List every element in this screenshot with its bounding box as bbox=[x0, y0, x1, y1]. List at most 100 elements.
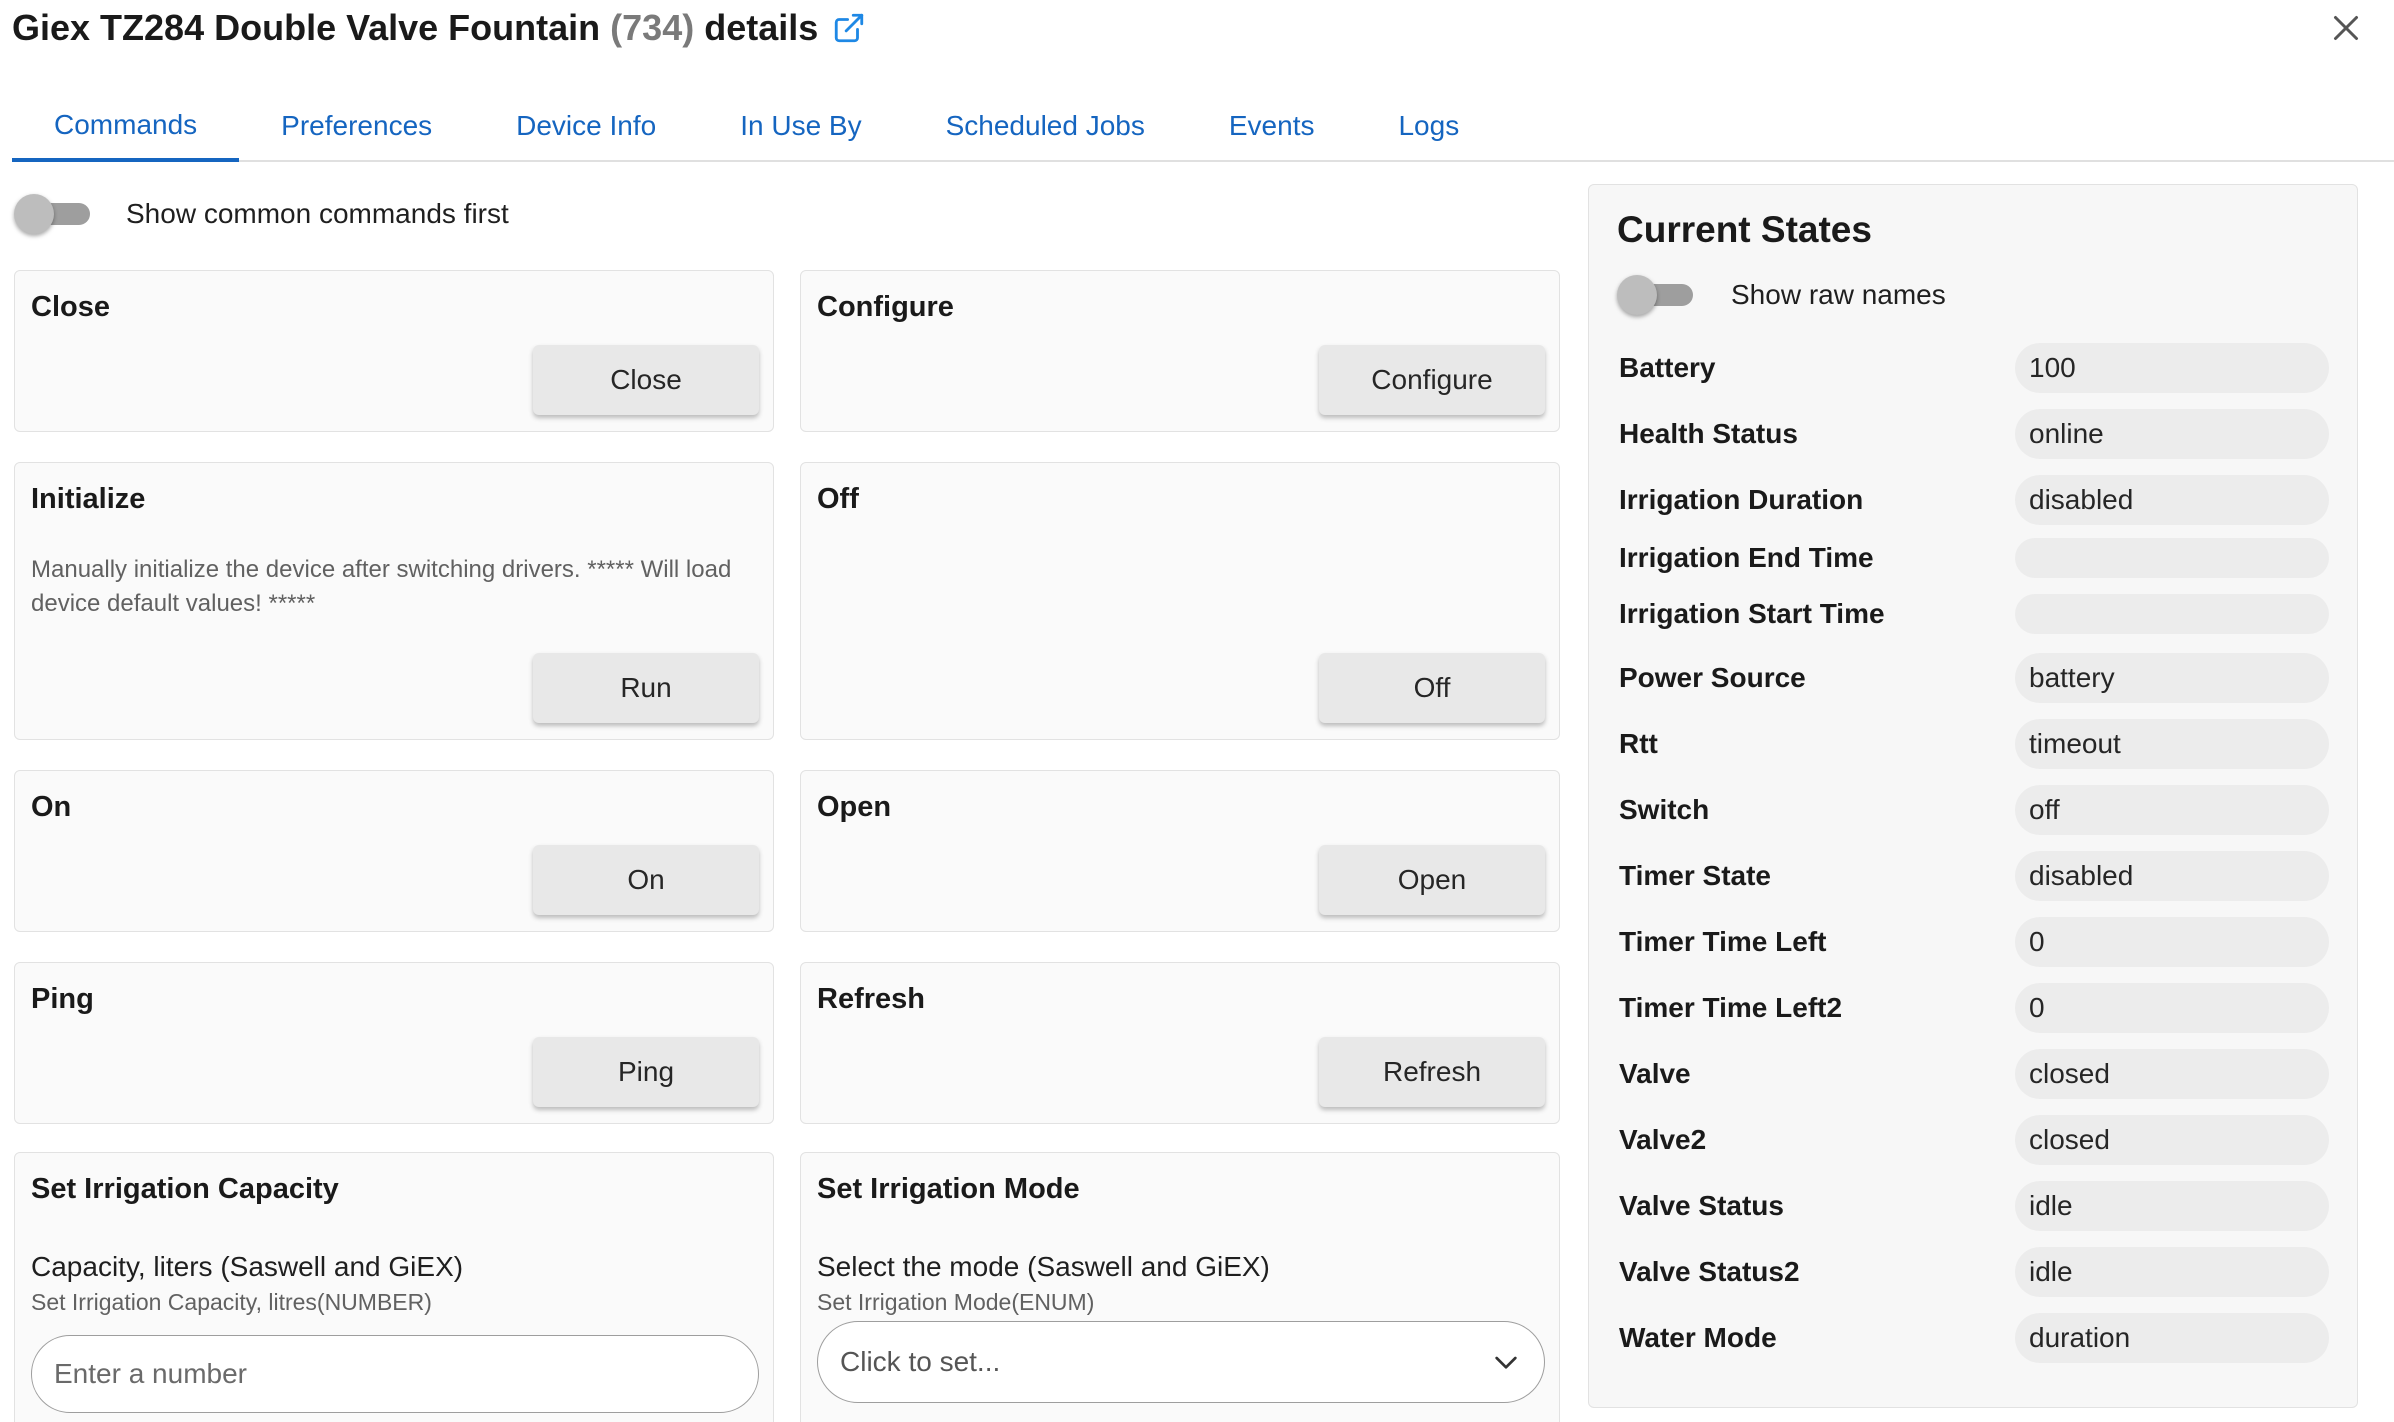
current-states-panel: Current States Show raw names Battery 10… bbox=[1588, 184, 2358, 1408]
ping-button[interactable]: Ping bbox=[533, 1037, 759, 1107]
page-title-device: Giex TZ284 Double Valve Fountain bbox=[12, 7, 611, 48]
state-name: Timer Time Left bbox=[1619, 926, 1827, 957]
command-card-on: On On bbox=[14, 770, 774, 932]
configure-button[interactable]: Configure bbox=[1319, 345, 1545, 415]
state-value: online bbox=[2015, 409, 2329, 459]
command-card-refresh: Refresh Refresh bbox=[800, 962, 1560, 1124]
tab-in-use-by[interactable]: In Use By bbox=[698, 92, 903, 160]
command-description: Manually initialize the device after swi… bbox=[31, 556, 732, 617]
on-button[interactable]: On bbox=[533, 845, 759, 915]
select-value: Click to set... bbox=[840, 1346, 1001, 1377]
param-sub-label: Set Irrigation Mode(ENUM) bbox=[817, 1289, 1095, 1315]
state-value: battery bbox=[2015, 653, 2329, 703]
state-row-timer-time-left2: Timer Time Left2 0 bbox=[1619, 983, 2329, 1033]
tab-logs[interactable]: Logs bbox=[1356, 92, 1501, 160]
tab-device-info[interactable]: Device Info bbox=[474, 92, 698, 160]
command-title: Open bbox=[817, 791, 892, 823]
command-title: Set Irrigation Mode bbox=[817, 1173, 1080, 1205]
state-value: timeout bbox=[2015, 719, 2329, 769]
tab-commands[interactable]: Commands bbox=[12, 92, 240, 162]
state-name: Rtt bbox=[1619, 728, 1658, 759]
state-value bbox=[2015, 594, 2329, 634]
capacity-number-input[interactable] bbox=[31, 1335, 759, 1413]
chevron-down-icon bbox=[1495, 1356, 1517, 1369]
state-name: Valve Status bbox=[1619, 1190, 1784, 1221]
command-title: Close bbox=[31, 291, 110, 323]
state-value: idle bbox=[2015, 1247, 2329, 1297]
state-row-valve: Valve closed bbox=[1619, 1049, 2329, 1099]
state-value: closed bbox=[2015, 1049, 2329, 1099]
command-card-set-irrigation-mode: Set Irrigation Mode Select the mode (Sas… bbox=[800, 1152, 1560, 1422]
raw-names-toggle[interactable] bbox=[1617, 275, 1695, 315]
state-row-rtt: Rtt timeout bbox=[1619, 719, 2329, 769]
state-row-valve-status2: Valve Status2 idle bbox=[1619, 1247, 2329, 1297]
state-value: disabled bbox=[2015, 851, 2329, 901]
command-title: Ping bbox=[31, 983, 94, 1015]
state-name: Timer State bbox=[1619, 860, 1771, 891]
state-name: Irrigation End Time bbox=[1619, 542, 1874, 573]
command-card-ping: Ping Ping bbox=[14, 962, 774, 1124]
tab-bar: Commands Preferences Device Info In Use … bbox=[12, 92, 2394, 162]
state-name: Health Status bbox=[1619, 418, 1798, 449]
state-name: Timer Time Left2 bbox=[1619, 992, 1843, 1023]
state-name: Water Mode bbox=[1619, 1322, 1777, 1353]
command-title: Set Irrigation Capacity bbox=[31, 1173, 339, 1205]
page-title-suffix: details bbox=[694, 7, 819, 48]
common-commands-toggle-row: Show common commands first bbox=[14, 194, 509, 234]
param-label: Capacity, liters (Saswell and GiEX) bbox=[31, 1251, 464, 1282]
close-button[interactable]: Close bbox=[533, 345, 759, 415]
current-states-title: Current States bbox=[1617, 209, 1872, 250]
state-name: Irrigation Duration bbox=[1619, 484, 1864, 515]
state-row-valve-status: Valve Status idle bbox=[1619, 1181, 2329, 1231]
command-card-initialize: Initialize Manually initialize the devic… bbox=[14, 462, 774, 740]
param-sub-label: Set Irrigation Capacity, litres(NUMBER) bbox=[31, 1289, 432, 1315]
state-value: 0 bbox=[2015, 917, 2329, 967]
off-button[interactable]: Off bbox=[1319, 653, 1545, 723]
command-card-set-irrigation-capacity: Set Irrigation Capacity Capacity, liters… bbox=[14, 1152, 774, 1422]
state-row-timer-time-left: Timer Time Left 0 bbox=[1619, 917, 2329, 967]
state-value: idle bbox=[2015, 1181, 2329, 1231]
tab-events[interactable]: Events bbox=[1187, 92, 1357, 160]
param-label: Select the mode (Saswell and GiEX) bbox=[817, 1251, 1270, 1282]
command-title: Initialize bbox=[31, 483, 146, 515]
irrigation-mode-select[interactable]: Click to set... bbox=[817, 1321, 1545, 1403]
state-row-irrigation-duration: Irrigation Duration disabled bbox=[1619, 475, 2329, 525]
state-value: 0 bbox=[2015, 983, 2329, 1033]
open-button[interactable]: Open bbox=[1319, 845, 1545, 915]
state-row-irrigation-end-time: Irrigation End Time bbox=[1619, 537, 2329, 579]
external-link-icon[interactable] bbox=[832, 11, 866, 45]
state-name: Power Source bbox=[1619, 662, 1806, 693]
command-title: Refresh bbox=[817, 983, 925, 1015]
run-button[interactable]: Run bbox=[533, 653, 759, 723]
close-icon[interactable] bbox=[2328, 10, 2364, 46]
state-value: duration bbox=[2015, 1313, 2329, 1363]
raw-names-toggle-label: Show raw names bbox=[1731, 279, 1946, 310]
state-value: closed bbox=[2015, 1115, 2329, 1165]
state-name: Switch bbox=[1619, 794, 1710, 825]
refresh-button[interactable]: Refresh bbox=[1319, 1037, 1545, 1107]
state-row-battery: Battery 100 bbox=[1619, 343, 2329, 393]
tab-scheduled-jobs[interactable]: Scheduled Jobs bbox=[904, 92, 1187, 160]
tab-preferences[interactable]: Preferences bbox=[239, 92, 474, 160]
common-commands-toggle[interactable] bbox=[14, 194, 92, 234]
state-row-timer-state: Timer State disabled bbox=[1619, 851, 2329, 901]
state-value bbox=[2015, 538, 2329, 578]
page-header: Giex TZ284 Double Valve Fountain (734) d… bbox=[12, 4, 866, 52]
state-value: off bbox=[2015, 785, 2329, 835]
state-row-power-source: Power Source battery bbox=[1619, 653, 2329, 703]
state-name: Valve bbox=[1619, 1058, 1691, 1089]
state-row-valve2: Valve2 closed bbox=[1619, 1115, 2329, 1165]
common-commands-toggle-label: Show common commands first bbox=[126, 198, 509, 229]
state-value: 100 bbox=[2015, 343, 2329, 393]
command-title: Configure bbox=[817, 291, 954, 323]
state-name: Valve Status2 bbox=[1619, 1256, 1800, 1287]
state-name: Battery bbox=[1619, 352, 1716, 383]
state-row-water-mode: Water Mode duration bbox=[1619, 1313, 2329, 1363]
command-card-close: Close Close bbox=[14, 270, 774, 432]
command-card-configure: Configure Configure bbox=[800, 270, 1560, 432]
state-value: disabled bbox=[2015, 475, 2329, 525]
page-title-id: (734) bbox=[610, 7, 695, 48]
command-card-off: Off Off bbox=[800, 462, 1560, 740]
command-title: On bbox=[31, 791, 72, 823]
state-row-irrigation-start-time: Irrigation Start Time bbox=[1619, 593, 2329, 635]
